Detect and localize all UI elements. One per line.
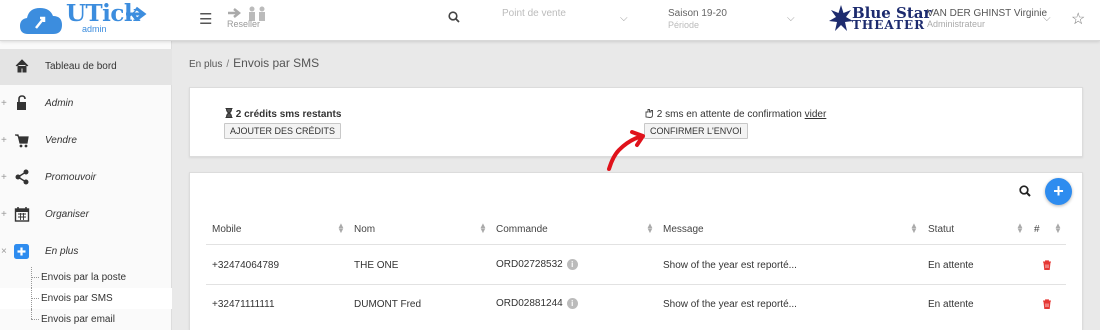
cell-mobile: +32474064789	[212, 260, 280, 271]
info-icon[interactable]: i	[566, 259, 578, 270]
sidebar-subitem-envois-sms[interactable]: Envois par SMS	[0, 288, 172, 309]
sort-icon[interactable]: ▲ ▼	[1054, 222, 1062, 235]
sidebar-item-label: Admin	[45, 98, 74, 109]
confirm-send-button[interactable]: CONFIRMER L'ENVOI	[644, 123, 748, 139]
cell-mobile: +32471111111	[212, 299, 275, 310]
expand-icon[interactable]: +	[1, 209, 7, 220]
cell-commande: ORD02728532 i	[496, 259, 578, 270]
chevron-down-icon[interactable]: ⌵	[620, 13, 628, 24]
sort-icon[interactable]: ▲ ▼	[910, 222, 918, 235]
sidebar-item-promouvoir[interactable]: + Promouvoir	[0, 160, 172, 196]
order-number[interactable]: ORD02881244	[496, 298, 563, 309]
hand-icon	[645, 109, 653, 118]
menu-toggle-icon[interactable]: ☰	[199, 10, 212, 28]
column-header-message[interactable]: Message	[663, 224, 704, 235]
sort-icon[interactable]: ▲ ▼	[1016, 222, 1024, 235]
star-logo-icon	[829, 5, 853, 31]
table-divider	[206, 284, 1066, 285]
column-header-statut[interactable]: Statut	[928, 224, 954, 235]
expand-icon[interactable]: +	[1, 135, 7, 146]
plus-icon: +	[1053, 181, 1064, 201]
home-icon	[14, 58, 30, 74]
sidebar-item-label: Tableau de bord	[45, 61, 117, 72]
table-search-icon[interactable]	[1019, 185, 1031, 200]
column-header-commande[interactable]: Commande	[496, 224, 548, 235]
share-icon	[14, 169, 30, 185]
saison-select[interactable]: Saison 19-20 Période	[668, 8, 727, 30]
lock-icon	[14, 95, 30, 111]
hourglass-icon	[225, 107, 233, 119]
delete-trash-icon[interactable]	[1042, 299, 1052, 309]
sidebar-subitem-label: Envois par SMS	[41, 293, 113, 304]
sort-icon[interactable]: ▲ ▼	[337, 222, 345, 235]
chevron-down-icon[interactable]: ⌵	[787, 13, 795, 24]
table-divider	[206, 244, 1066, 245]
info-icon[interactable]: i	[566, 298, 578, 309]
breadcrumb: En plus / Envois par SMS	[189, 56, 319, 70]
brand-name-line2: THEATER	[852, 18, 926, 32]
credits-remaining: 2 crédits sms restants	[225, 107, 342, 120]
expand-icon[interactable]: +	[1, 172, 7, 183]
sort-icon[interactable]: ▲ ▼	[646, 222, 654, 235]
clear-link[interactable]: vider	[805, 109, 827, 120]
sidebar-item-admin[interactable]: + Admin	[0, 86, 172, 122]
sidebar-item-vendre[interactable]: + Vendre	[0, 123, 172, 159]
sidebar-item-tableau-de-bord[interactable]: Tableau de bord	[0, 49, 172, 85]
calendar-icon	[14, 206, 30, 222]
cell-statut: En attente	[928, 299, 974, 310]
breadcrumb-separator: /	[226, 59, 230, 70]
sidebar-subitem-envois-poste[interactable]: Envois par la poste	[0, 267, 172, 288]
logo-text: UTick	[66, 0, 140, 27]
reseller-label: Reseller	[227, 19, 261, 29]
search-icon[interactable]	[448, 11, 460, 26]
point-de-vente-select[interactable]: Point de vente	[502, 8, 566, 20]
delete-trash-icon[interactable]	[1042, 260, 1052, 270]
order-number[interactable]: ORD02728532	[496, 259, 563, 270]
top-bar: UTick admin ☰ Reseller Point de vente ⌵ …	[0, 0, 1100, 41]
sidebar-item-en-plus[interactable]: × En plus	[0, 234, 172, 270]
cell-nom: DUMONT Fred	[354, 299, 422, 310]
sidebar: Tableau de bord + Admin + Vendre + Promo…	[0, 41, 172, 330]
sidebar-subitem-envois-email[interactable]: Envois par email	[0, 309, 172, 330]
sidebar-subitem-label: Envois par email	[41, 314, 115, 325]
collapse-icon[interactable]: ×	[1, 246, 7, 257]
cart-icon	[14, 132, 30, 148]
cell-statut: En attente	[928, 260, 974, 271]
add-credits-button[interactable]: AJOUTER DES CRÉDITS	[224, 123, 342, 139]
breadcrumb-parent[interactable]: En plus	[189, 59, 222, 70]
column-header-actions: #	[1034, 224, 1040, 235]
cell-nom: THE ONE	[354, 260, 399, 271]
cell-message: Show of the year est reporté...	[663, 299, 797, 310]
column-header-nom[interactable]: Nom	[354, 224, 375, 235]
favorite-star-icon[interactable]: ☆	[1071, 9, 1085, 29]
logo-subtitle: admin	[82, 24, 107, 34]
user-menu-chevron-icon[interactable]: ⌵	[1043, 13, 1051, 24]
sort-icon[interactable]: ▲ ▼	[479, 222, 487, 235]
credits-text: 2 crédits sms restants	[235, 109, 342, 120]
plus-square-icon	[14, 243, 30, 259]
add-sms-button[interactable]: +	[1045, 178, 1072, 205]
sidebar-item-label: Organiser	[45, 209, 89, 220]
expand-icon[interactable]: +	[1, 98, 7, 109]
pending-text: 2 sms en attente de confirmation	[656, 109, 802, 120]
annotation-arrow-icon	[607, 130, 645, 171]
saison-value: Saison 19-20	[668, 8, 727, 19]
sidebar-item-organiser[interactable]: + Organiser	[0, 197, 172, 233]
point-de-vente-value: Point de vente	[502, 8, 566, 19]
cell-message: Show of the year est reporté...	[663, 260, 797, 271]
user-name[interactable]: VAN DER GHINST Virginie	[927, 8, 1047, 19]
sidebar-subitem-label: Envois par la poste	[41, 272, 127, 283]
sidebar-item-label: Vendre	[45, 135, 77, 146]
user-role: Administrateur	[927, 19, 986, 29]
pending-confirmation: 2 sms en attente de confirmation vider	[643, 108, 826, 120]
cell-commande: ORD02881244 i	[496, 298, 578, 309]
sidebar-item-label: En plus	[45, 246, 79, 257]
column-header-mobile[interactable]: Mobile	[212, 224, 241, 235]
page-title: Envois par SMS	[233, 56, 320, 70]
sidebar-item-label: Promouvoir	[45, 172, 97, 183]
saison-caption: Période	[668, 20, 700, 30]
